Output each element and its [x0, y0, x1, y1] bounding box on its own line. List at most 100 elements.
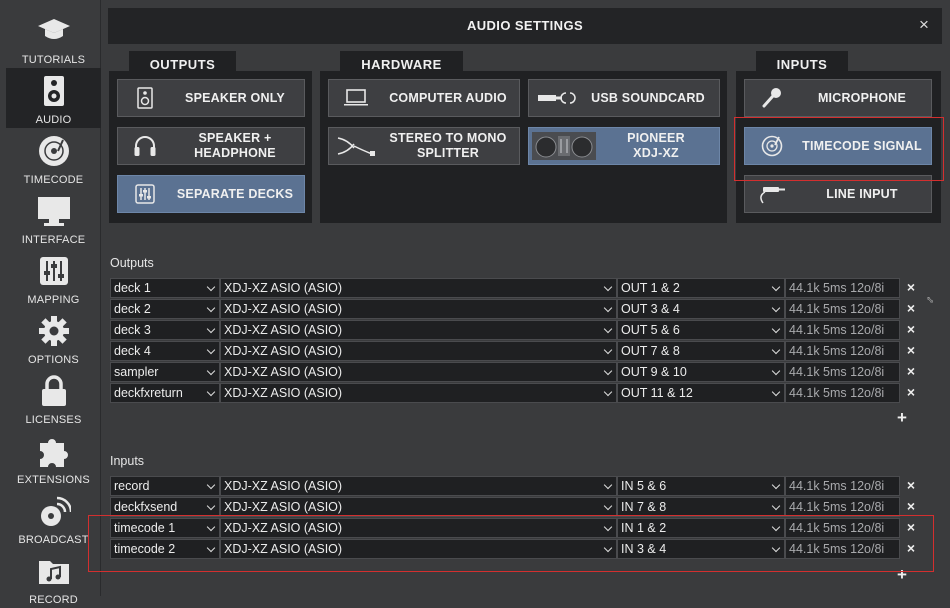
controller-image-icon: [529, 130, 599, 162]
button-label: SPEAKER ONLY: [185, 90, 285, 105]
output-channel-select[interactable]: OUT 3 & 4: [617, 299, 785, 319]
chevron-down-icon: [771, 480, 781, 490]
sidebar: TUTORIALS AUDIO TIMECODE INTERFACE MAPPI…: [0, 0, 101, 606]
microphone-button[interactable]: MICROPHONE: [744, 79, 932, 117]
speaker-headphone-button[interactable]: SPEAKER + HEADPHONE: [117, 127, 305, 165]
title-bar: AUDIO SETTINGS ×: [108, 8, 942, 44]
sidebar-item-broadcast[interactable]: BROADCAST: [6, 488, 101, 548]
output-device-select[interactable]: XDJ-XZ ASIO (ASIO): [220, 341, 617, 361]
output-name-select[interactable]: sampler: [110, 362, 220, 382]
chevron-down-icon: [206, 366, 216, 376]
sidebar-item-label: EXTENSIONS: [17, 474, 90, 486]
delete-row-icon[interactable]: ×: [903, 498, 919, 514]
output-channel-select[interactable]: OUT 9 & 10: [617, 362, 785, 382]
output-name-select[interactable]: deck 3: [110, 320, 220, 340]
delete-row-icon[interactable]: ×: [903, 384, 919, 400]
input-device-select[interactable]: XDJ-XZ ASIO (ASIO): [220, 476, 617, 496]
outputs-section-label: Outputs: [110, 256, 154, 270]
output-device-select[interactable]: XDJ-XZ ASIO (ASIO): [220, 299, 617, 319]
speaker-icon: [6, 74, 101, 108]
output-device-select[interactable]: XDJ-XZ ASIO (ASIO): [220, 362, 617, 382]
output-device-select[interactable]: XDJ-XZ ASIO (ASIO): [220, 383, 617, 403]
speaker-only-button[interactable]: SPEAKER ONLY: [117, 79, 305, 117]
stereo-to-mono-splitter-button[interactable]: STEREO TO MONO SPLITTER: [328, 127, 520, 165]
chevron-down-icon: [603, 345, 613, 355]
output-channel-select[interactable]: OUT 7 & 8: [617, 341, 785, 361]
monitor-icon: [6, 194, 101, 228]
pioneer-xdj-xz-button[interactable]: PIONEER XDJ-XZ: [528, 127, 720, 165]
chevron-down-icon: [771, 387, 781, 397]
chevron-down-icon: [603, 303, 613, 313]
chevron-down-icon: [771, 303, 781, 313]
close-icon[interactable]: ×: [916, 15, 932, 35]
sidebar-item-options[interactable]: OPTIONS: [6, 308, 101, 368]
button-label: SPEAKER + HEADPHONE: [194, 131, 276, 160]
chevron-down-icon: [603, 387, 613, 397]
gear-icon: [6, 314, 101, 348]
speaker-icon: [118, 87, 172, 109]
output-name-select[interactable]: deck 1: [110, 278, 220, 298]
sliders-icon: [6, 254, 101, 288]
line-cable-icon: [745, 183, 799, 205]
chevron-down-icon: [206, 282, 216, 292]
output-channel-select[interactable]: OUT 11 & 12: [617, 383, 785, 403]
sidebar-item-audio[interactable]: AUDIO: [6, 68, 101, 128]
delete-row-icon[interactable]: ×: [903, 477, 919, 493]
input-channel-select[interactable]: IN 7 & 8: [617, 497, 785, 517]
input-name-select[interactable]: deckfxsend: [110, 497, 220, 517]
input-channel-select[interactable]: IN 5 & 6: [617, 476, 785, 496]
output-channel-select[interactable]: OUT 1 & 2: [617, 278, 785, 298]
sidebar-item-label: BROADCAST: [18, 534, 89, 546]
sidebar-item-interface[interactable]: INTERFACE: [6, 188, 101, 248]
computer-audio-button[interactable]: COMPUTER AUDIO: [328, 79, 520, 117]
table-row: record XDJ-XZ ASIO (ASIO) IN 5 & 6 44.1k…: [110, 476, 915, 496]
delete-row-icon[interactable]: ×: [903, 300, 919, 316]
input-name-select[interactable]: record: [110, 476, 220, 496]
output-device-select[interactable]: XDJ-XZ ASIO (ASIO): [220, 278, 617, 298]
delete-row-icon[interactable]: ×: [903, 321, 919, 337]
chevron-down-icon: [771, 324, 781, 334]
delete-row-icon[interactable]: ×: [903, 279, 919, 295]
output-info: 44.1k 5ms 12o/8i: [785, 383, 900, 403]
separate-decks-button[interactable]: SEPARATE DECKS: [117, 175, 305, 213]
output-info: 44.1k 5ms 12o/8i: [785, 299, 900, 319]
output-name-select[interactable]: deck 4: [110, 341, 220, 361]
chevron-down-icon: [603, 282, 613, 292]
output-device-select[interactable]: XDJ-XZ ASIO (ASIO): [220, 320, 617, 340]
button-label: COMPUTER AUDIO: [389, 90, 507, 105]
highlight-box: [88, 515, 934, 572]
splitter-cable-icon: [329, 134, 383, 158]
output-info: 44.1k 5ms 12o/8i: [785, 278, 900, 298]
delete-row-icon[interactable]: ×: [903, 363, 919, 379]
input-info: 44.1k 5ms 12o/8i: [785, 497, 900, 517]
broadcast-icon: [6, 494, 101, 528]
button-label: USB SOUNDCARD: [591, 90, 705, 105]
sidebar-item-licenses[interactable]: LICENSES: [6, 368, 101, 428]
usb-soundcard-button[interactable]: USB SOUNDCARD: [528, 79, 720, 117]
sidebar-item-tutorials[interactable]: TUTORIALS: [6, 8, 101, 68]
input-device-select[interactable]: XDJ-XZ ASIO (ASIO): [220, 497, 617, 517]
table-row: deck 4 XDJ-XZ ASIO (ASIO) OUT 7 & 8 44.1…: [110, 341, 915, 361]
sidebar-item-timecode[interactable]: TIMECODE: [6, 128, 101, 188]
output-name-select[interactable]: deckfxreturn: [110, 383, 220, 403]
sidebar-item-label: TUTORIALS: [21, 54, 86, 66]
output-channel-select[interactable]: OUT 5 & 6: [617, 320, 785, 340]
sidebar-item-extensions[interactable]: EXTENSIONS: [6, 428, 101, 488]
sidebar-item-label: LICENSES: [25, 414, 82, 426]
sidebar-item-record[interactable]: RECORD: [6, 548, 101, 608]
chevron-down-icon: [603, 366, 613, 376]
sidebar-item-label: OPTIONS: [28, 354, 79, 366]
output-info: 44.1k 5ms 12o/8i: [785, 320, 900, 340]
output-name-select[interactable]: deck 2: [110, 299, 220, 319]
add-output-button[interactable]: +: [897, 408, 907, 428]
chevron-down-icon: [771, 282, 781, 292]
dialog-title: AUDIO SETTINGS: [466, 18, 584, 33]
input-info: 44.1k 5ms 12o/8i: [785, 476, 900, 496]
delete-row-icon[interactable]: ×: [903, 342, 919, 358]
sidebar-item-mapping[interactable]: MAPPING: [6, 248, 101, 308]
table-row: sampler XDJ-XZ ASIO (ASIO) OUT 9 & 10 44…: [110, 362, 915, 382]
chevron-down-icon: [603, 480, 613, 490]
laptop-icon: [329, 89, 383, 107]
sidebar-item-label: TIMECODE: [23, 174, 84, 186]
music-folder-icon: [6, 554, 101, 588]
